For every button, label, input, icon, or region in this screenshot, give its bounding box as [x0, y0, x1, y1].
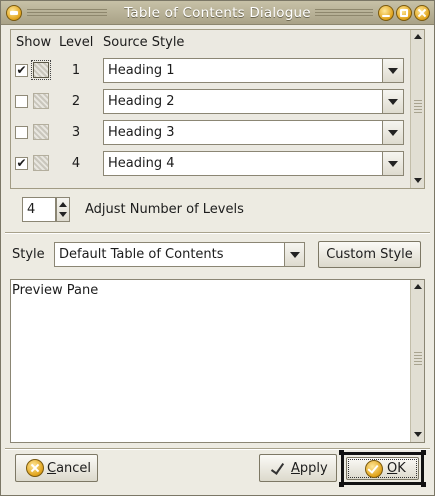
window-title: Table of Contents Dialogue — [120, 5, 315, 21]
minimize-icon[interactable] — [378, 5, 394, 21]
preview-scrollbar[interactable] — [410, 280, 424, 442]
show-column-header: Show — [16, 35, 52, 50]
close-icon[interactable] — [414, 5, 430, 21]
chevron-down-icon — [388, 68, 398, 74]
ok-label: OK — [387, 461, 406, 476]
custom-style-button[interactable]: Custom Style — [318, 241, 421, 268]
separator — [5, 232, 430, 234]
level-pattern-icon[interactable] — [33, 155, 49, 171]
level-number: 4 — [71, 156, 81, 171]
combo-dropdown-button[interactable] — [382, 89, 404, 114]
spin-up-icon[interactable] — [59, 202, 67, 207]
ok-mnemonic: O — [387, 461, 398, 476]
cancel-icon — [26, 459, 44, 477]
frame-corner — [421, 482, 426, 487]
apply-label-rest: pply — [299, 461, 328, 476]
source-style-combo[interactable]: Heading 1 — [103, 58, 383, 83]
ok-label-rest: K — [397, 461, 406, 476]
preview-text: Preview Pane — [12, 283, 99, 298]
scroll-up-icon[interactable] — [414, 284, 422, 289]
apply-button[interactable]: Apply — [259, 454, 337, 482]
toc-dialog-window: Table of Contents Dialogue Show Level So… — [0, 0, 435, 496]
adjust-levels-label: Adjust Number of Levels — [85, 202, 244, 217]
combo-dropdown-button[interactable] — [382, 151, 404, 176]
frame-corner — [421, 450, 426, 455]
show-checkbox[interactable] — [15, 95, 28, 108]
cancel-label: Cancel — [47, 461, 91, 476]
chevron-down-icon — [388, 161, 398, 167]
combo-dropdown-button[interactable] — [382, 58, 404, 83]
style-dropdown-button[interactable] — [284, 242, 305, 267]
style-combo[interactable]: Default Table of Contents — [54, 242, 285, 267]
levels-panel: Show Level Source Style ✔ 1 Heading 1 2 … — [10, 29, 425, 189]
frame-corner — [339, 482, 344, 487]
chevron-down-icon — [290, 252, 300, 258]
cancel-mnemonic: C — [47, 461, 57, 476]
level-pattern-icon[interactable] — [31, 60, 51, 80]
source-style-combo[interactable]: Heading 2 — [103, 89, 383, 114]
spin-down-icon[interactable] — [59, 212, 67, 217]
level-row-3: 3 Heading 3 — [11, 119, 411, 147]
level-row-2: 2 Heading 2 — [11, 88, 411, 116]
level-number: 2 — [71, 94, 81, 109]
level-row-4: ✔ 4 Heading 4 — [11, 150, 411, 178]
level-pattern-icon[interactable] — [33, 124, 49, 140]
chevron-down-icon — [388, 130, 398, 136]
separator — [5, 448, 430, 450]
ok-button[interactable]: OK — [346, 457, 419, 480]
level-row-1: ✔ 1 Heading 1 — [11, 57, 411, 85]
ok-default-frame: OK — [339, 450, 426, 487]
apply-mnemonic: A — [291, 461, 300, 476]
style-label: Style — [12, 247, 45, 262]
levels-scrollbar[interactable] — [410, 30, 424, 188]
maximize-icon[interactable] — [396, 5, 412, 21]
checkmark-icon — [270, 460, 285, 475]
source-style-column-header: Source Style — [103, 35, 185, 50]
source-style-combo[interactable]: Heading 3 — [103, 120, 383, 145]
scroll-down-icon[interactable] — [414, 432, 422, 437]
level-number: 3 — [71, 125, 81, 140]
apply-label: Apply — [291, 461, 328, 476]
cancel-label-rest: ancel — [56, 461, 92, 476]
scroll-grip[interactable] — [414, 352, 422, 366]
level-pattern-icon[interactable] — [33, 93, 49, 109]
level-column-header: Level — [59, 35, 94, 50]
ok-icon — [365, 460, 383, 478]
cancel-button[interactable]: Cancel — [15, 454, 98, 482]
levels-spinner-input[interactable]: 4 — [22, 197, 56, 222]
title-bar[interactable]: Table of Contents Dialogue — [1, 1, 434, 25]
levels-spinner-buttons[interactable] — [56, 197, 70, 222]
source-style-combo[interactable]: Heading 4 — [103, 151, 383, 176]
frame-corner — [339, 450, 344, 455]
level-number: 1 — [71, 63, 81, 78]
show-checkbox[interactable] — [15, 126, 28, 139]
chevron-down-icon — [388, 99, 398, 105]
scroll-down-icon[interactable] — [414, 178, 422, 183]
show-checkbox[interactable]: ✔ — [15, 64, 28, 77]
scroll-up-icon[interactable] — [414, 34, 422, 39]
preview-pane: Preview Pane — [10, 279, 425, 443]
combo-dropdown-button[interactable] — [382, 120, 404, 145]
scroll-grip[interactable] — [414, 100, 422, 114]
show-checkbox[interactable]: ✔ — [15, 157, 28, 170]
